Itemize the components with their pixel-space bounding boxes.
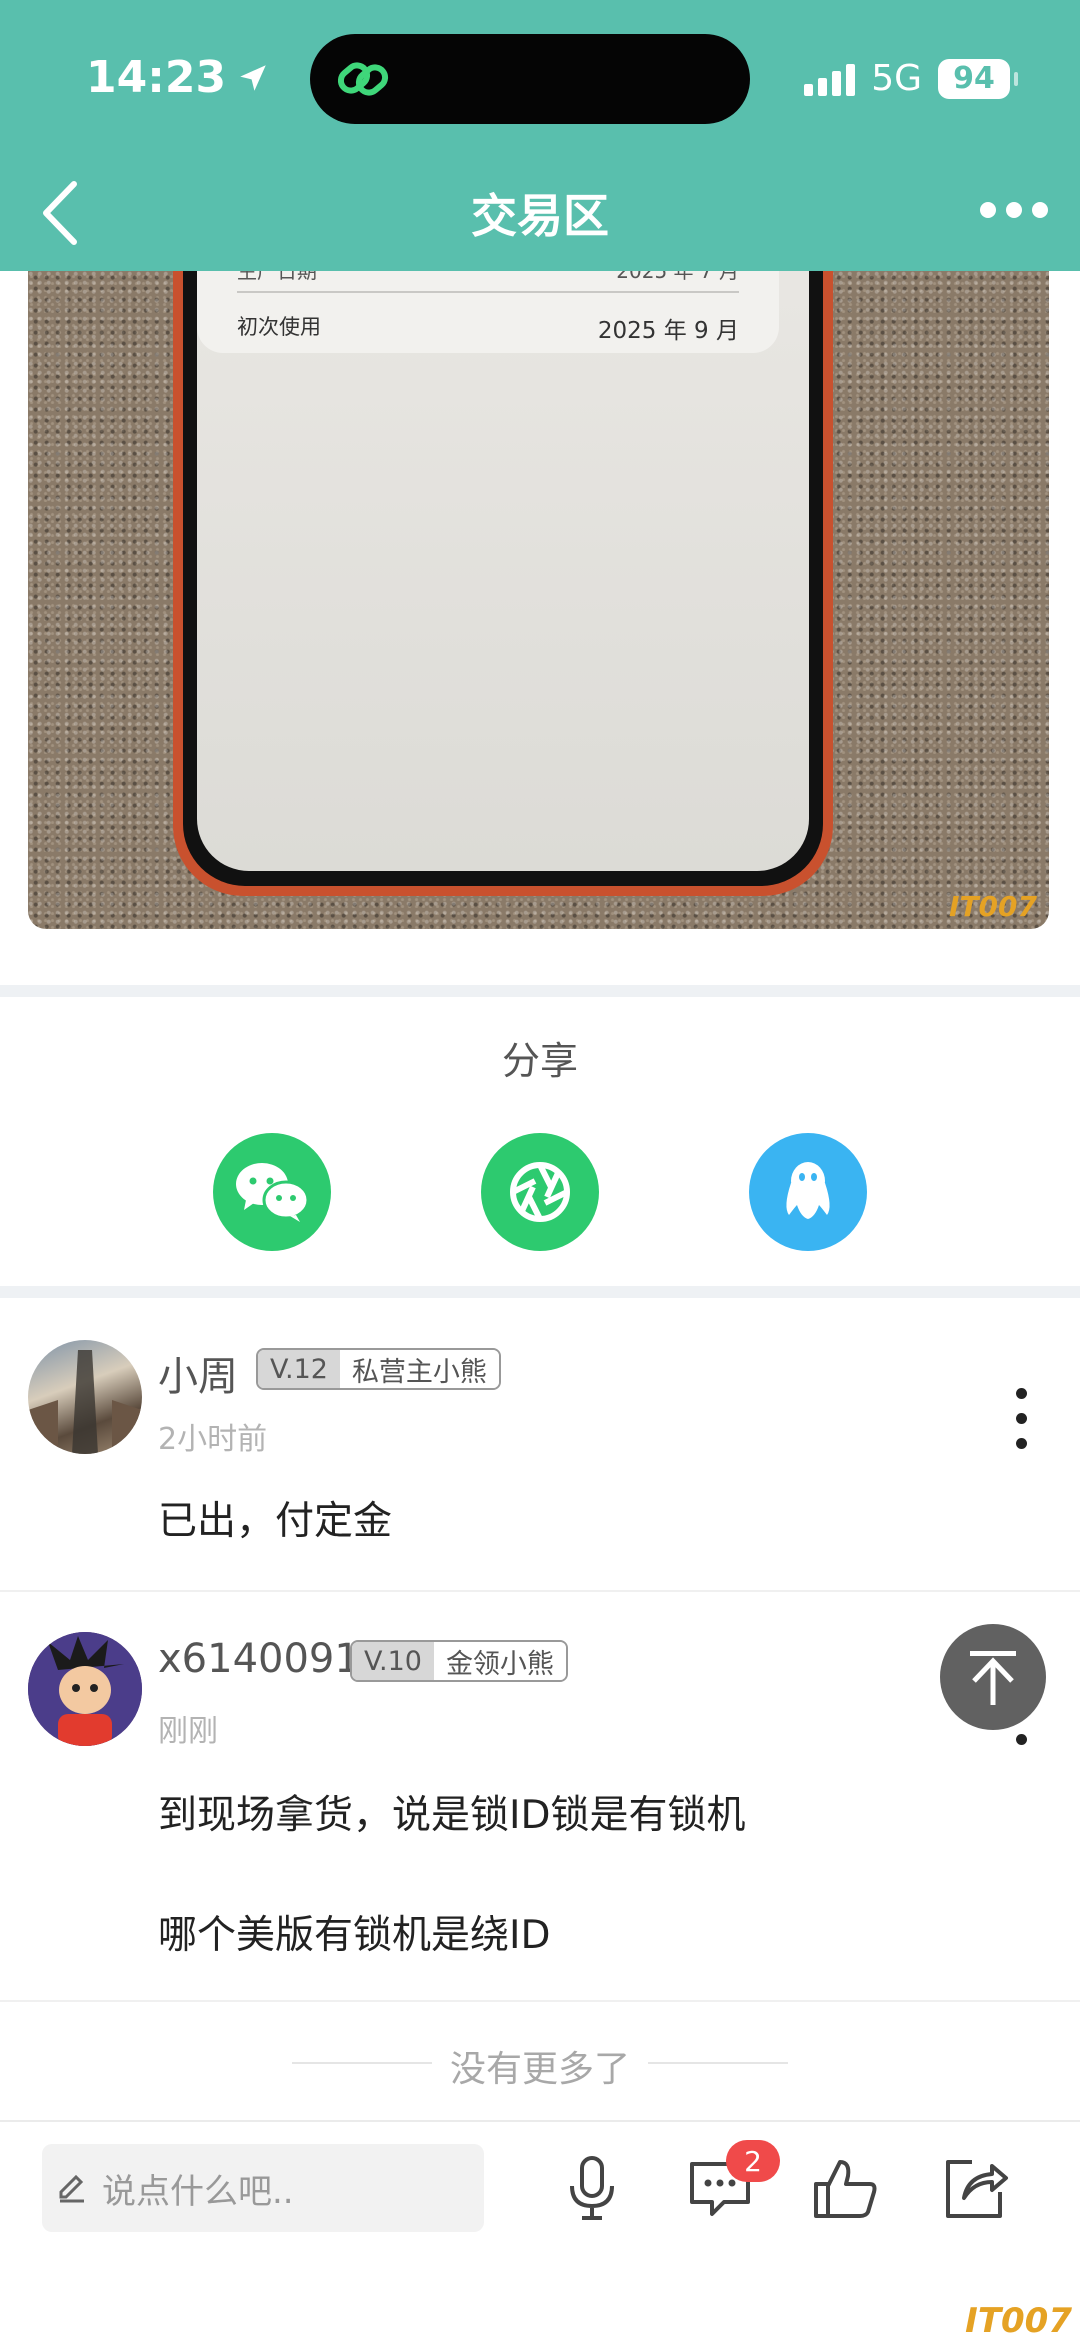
app-header: 14:23 5G 94 交易区 <box>0 0 1080 271</box>
comment-count-badge: 2 <box>726 2140 780 2182</box>
divider <box>0 2000 1080 2002</box>
user-avatar[interactable] <box>28 1340 142 1454</box>
comment-text-line2: 哪个美版有锁机是绕ID <box>158 1913 551 1958</box>
camera-aperture-icon <box>510 1162 570 1222</box>
qq-penguin-icon <box>786 1162 830 1219</box>
input-placeholder: 说点什么吧.. <box>102 2171 294 2212</box>
level-label: V.10 <box>352 1642 434 1680</box>
microphone-icon[interactable] <box>556 2152 628 2224</box>
photo-row1-value: 2025 年 7 月 <box>616 271 739 283</box>
divider <box>0 1590 1080 1592</box>
share-wechat-button[interactable] <box>213 1133 331 1251</box>
user-avatar[interactable] <box>28 1632 142 1746</box>
like-thumb-icon[interactable] <box>810 2152 882 2224</box>
user-level-badge: V.10 金领小熊 <box>350 1640 568 1682</box>
comment-more-icon[interactable] <box>1016 1388 1028 1449</box>
divider <box>0 1286 1080 1298</box>
status-time-text: 14:23 <box>86 52 227 103</box>
photo-info-card: 生产日期 2025 年 7 月 初次使用 2025 年 9 月 <box>197 271 779 353</box>
site-watermark: IT007 <box>965 2301 1072 2341</box>
comment-time: 2小时前 <box>158 1422 268 1457</box>
divider <box>0 985 1080 997</box>
bottom-toolbar: 说点什么吧.. <box>0 2120 1080 2347</box>
share-qq-button[interactable] <box>749 1133 867 1251</box>
user-level-badge: V.12 私营主小熊 <box>256 1348 501 1390</box>
location-arrow-icon <box>240 64 266 91</box>
rank-title: 私营主小熊 <box>339 1350 499 1388</box>
comment-username[interactable]: 小周 <box>158 1344 238 1402</box>
status-time: 14:23 <box>86 52 270 103</box>
page-title: 交易区 <box>471 189 609 243</box>
photo-row1-label: 生产日期 <box>237 271 317 283</box>
post-photo[interactable]: 生产日期 2025 年 7 月 初次使用 2025 年 9 月 IT007 <box>28 271 1049 929</box>
battery-level: 94 <box>953 61 995 96</box>
dynamic-island <box>310 34 750 124</box>
divider-line <box>648 2062 788 2064</box>
comment-text: 已出，付定金 <box>158 1499 393 1544</box>
network-type: 5G <box>871 58 922 99</box>
comment-text: 到现场拿货，说是锁ID锁是有锁机 <box>158 1793 746 1838</box>
comment-username[interactable]: x6140091 <box>158 1636 360 1682</box>
comment-time: 刚刚 <box>158 1714 218 1749</box>
battery-icon: 94 <box>938 58 1018 99</box>
more-options-icon[interactable] <box>980 202 1048 218</box>
no-more-text: 没有更多了 <box>449 2049 630 2090</box>
comment-input[interactable]: 说点什么吧.. <box>42 2144 484 2232</box>
photo-row2-value: 2025 年 9 月 <box>597 318 739 344</box>
app-link-icon <box>337 62 389 96</box>
signal-icon <box>804 62 856 96</box>
status-right: 5G 94 <box>804 58 1018 99</box>
rank-title: 金领小熊 <box>433 1642 566 1680</box>
wechat-icon <box>236 1163 310 1222</box>
phone-image: 生产日期 2025 年 7 月 初次使用 2025 年 9 月 <box>173 271 833 896</box>
share-title: 分享 <box>501 1039 578 1083</box>
share-icon[interactable] <box>938 2152 1010 2224</box>
photo-watermark: IT007 <box>949 890 1037 923</box>
arrow-up-icon <box>970 1651 1016 1705</box>
photo-row2-label: 初次使用 <box>237 315 321 339</box>
pencil-icon <box>59 2174 84 2203</box>
share-moments-button[interactable] <box>481 1133 599 1251</box>
scroll-to-top-button[interactable] <box>940 1624 1046 1730</box>
level-label: V.12 <box>258 1350 340 1388</box>
